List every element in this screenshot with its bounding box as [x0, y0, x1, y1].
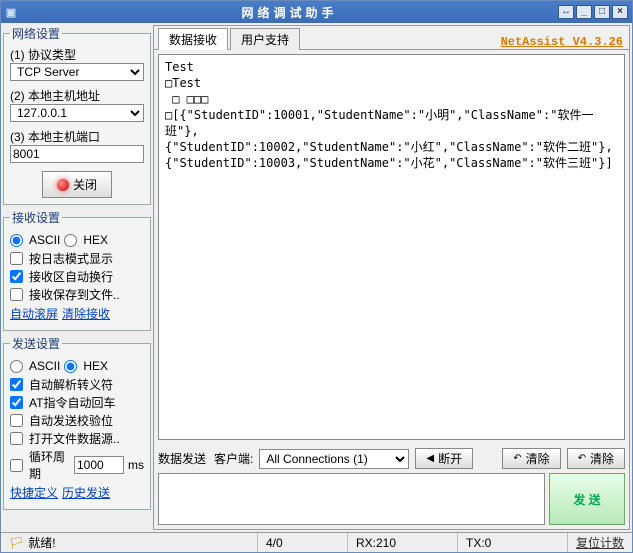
tabs: 数据接收 用户支持 NetAssist V4.3.26 [154, 26, 629, 50]
left-panel: 网络设置 (1) 协议类型 TCP Server (2) 本地主机地址 127.… [3, 25, 151, 530]
client-label: 客户端: [214, 450, 253, 467]
recv-hex-radio[interactable]: HEX [64, 233, 108, 247]
status-bar: 🏳 就绪! 4/0 RX:210 TX:0 复位计数 [1, 532, 632, 552]
undo-icon: ↶ [513, 453, 521, 464]
recv-log-checkbox[interactable]: 按日志模式显示 [10, 250, 144, 267]
disconnect-button[interactable]: ◀断开 [415, 448, 473, 469]
recv-wrap-checkbox[interactable]: 接收区自动换行 [10, 268, 144, 285]
brand-link[interactable]: NetAssist V4.3.26 [501, 35, 623, 49]
port-input[interactable] [10, 145, 144, 163]
protocol-select[interactable]: TCP Server [10, 63, 144, 81]
autoscroll-link[interactable]: 自动滚屏 [10, 305, 58, 322]
clear-button-2[interactable]: ↶清除 [567, 448, 625, 469]
send-legend: 发送设置 [10, 335, 62, 352]
close-window-button[interactable]: × [612, 5, 628, 19]
tab-user-support[interactable]: 用户支持 [230, 28, 300, 50]
titlebar: ▣ 网络调试助手 ↔ _ □ × [1, 1, 632, 23]
app-icon: ▣ [1, 6, 21, 19]
cycle-input[interactable] [74, 456, 124, 474]
right-panel: 数据接收 用户支持 NetAssist V4.3.26 Test □Test □… [153, 25, 630, 530]
client-select[interactable]: All Connections (1) [259, 449, 409, 469]
send-escape-checkbox[interactable]: 自动解析转义符 [10, 376, 144, 393]
app-window: ▣ 网络调试助手 ↔ _ □ × 网络设置 (1) 协议类型 TCP Serve… [0, 0, 633, 553]
send-button[interactable]: 发 送 [549, 473, 625, 525]
send-check-checkbox[interactable]: 自动发送校验位 [10, 412, 144, 429]
receive-legend: 接收设置 [10, 209, 62, 226]
status-dot-icon [57, 179, 69, 191]
history-link[interactable]: 历史发送 [62, 484, 110, 501]
send-cycle-checkbox[interactable]: 循环周期 ms [10, 448, 144, 482]
status-tx: TX:0 [458, 533, 568, 552]
send-settings: 发送设置 ASCII HEX 自动解析转义符 AT指令自动回车 自动发送校验位 … [3, 335, 151, 510]
recv-ascii-radio[interactable]: ASCII [10, 233, 60, 247]
send-atcr-checkbox[interactable]: AT指令自动回车 [10, 394, 144, 411]
send-file-checkbox[interactable]: 打开文件数据源.. [10, 430, 144, 447]
flag-icon: 🏳 [9, 536, 24, 550]
network-legend: 网络设置 [10, 25, 62, 42]
shortcut-link[interactable]: 快捷定义 [10, 484, 58, 501]
send-hex-radio[interactable]: HEX [64, 359, 108, 373]
port-label: (3) 本地主机端口 [10, 128, 144, 145]
status-rx: RX:210 [348, 533, 458, 552]
send-bar: 数据发送 客户端: All Connections (1) ◀断开 ↶清除 ↶清… [154, 444, 629, 529]
send-textarea[interactable] [158, 473, 545, 525]
recv-save-checkbox[interactable]: 接收保存到文件.. [10, 286, 144, 303]
receive-settings: 接收设置 ASCII HEX 按日志模式显示 接收区自动换行 接收保存到文件..… [3, 209, 151, 331]
sendbar-label: 数据发送 [158, 450, 206, 467]
proto-label: (1) 协议类型 [10, 46, 144, 63]
minimize-button[interactable]: _ [576, 5, 592, 19]
close-connection-button[interactable]: 关闭 [42, 171, 112, 198]
clear-recv-link[interactable]: 清除接收 [62, 305, 110, 322]
network-settings: 网络设置 (1) 协议类型 TCP Server (2) 本地主机地址 127.… [3, 25, 151, 205]
status-conn: 4/0 [258, 533, 348, 552]
clear-button-1[interactable]: ↶清除 [502, 448, 560, 469]
window-title: 网络调试助手 [21, 4, 558, 21]
undo-icon: ↶ [578, 453, 586, 464]
tab-data-recv[interactable]: 数据接收 [158, 28, 228, 50]
send-ascii-radio[interactable]: ASCII [10, 359, 60, 373]
receive-area[interactable]: Test □Test □ □□□ □[{"StudentID":10001,"S… [158, 54, 625, 440]
status-ready: 就绪! [28, 534, 55, 551]
pin-button[interactable]: ↔ [558, 5, 574, 19]
host-label: (2) 本地主机地址 [10, 87, 144, 104]
host-select[interactable]: 127.0.0.1 [10, 104, 144, 122]
reset-count-link[interactable]: 复位计数 [568, 534, 632, 551]
window-buttons: ↔ _ □ × [558, 5, 632, 19]
maximize-button[interactable]: □ [594, 5, 610, 19]
